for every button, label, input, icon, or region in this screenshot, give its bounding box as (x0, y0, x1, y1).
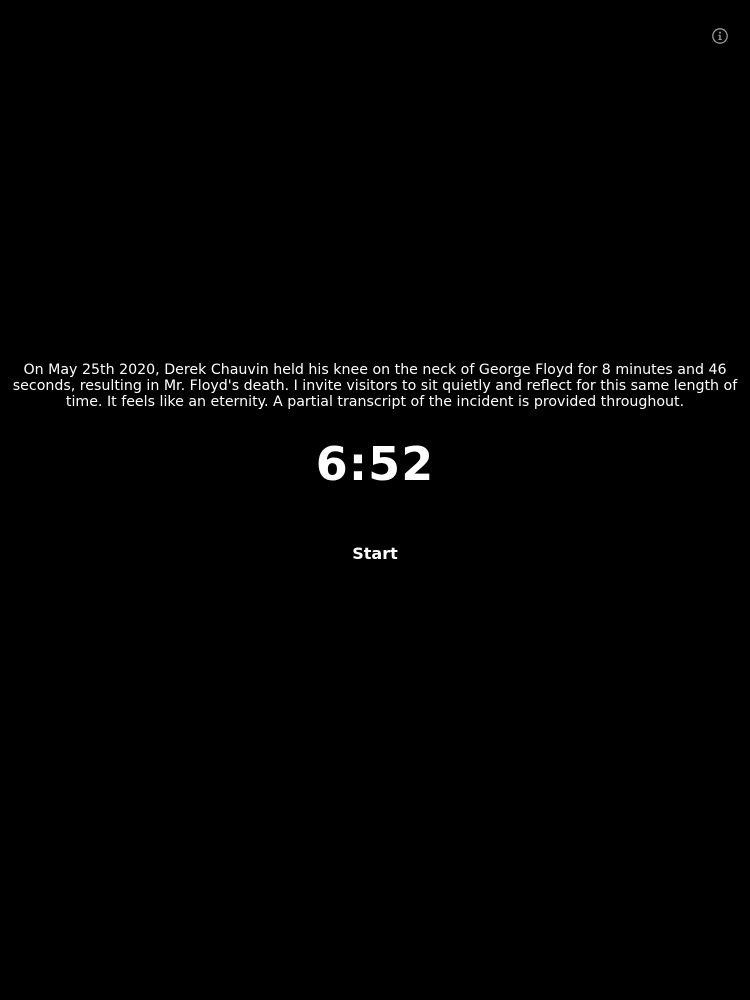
memorial-message: On May 25th 2020, Derek Chauvin held his… (12, 362, 738, 410)
info-icon (712, 28, 728, 44)
memorial-timer-screen: On May 25th 2020, Derek Chauvin held his… (0, 0, 750, 1000)
countdown-timer: 6:52 (315, 437, 435, 491)
info-button[interactable] (711, 27, 729, 45)
start-button[interactable]: Start (325, 540, 425, 568)
